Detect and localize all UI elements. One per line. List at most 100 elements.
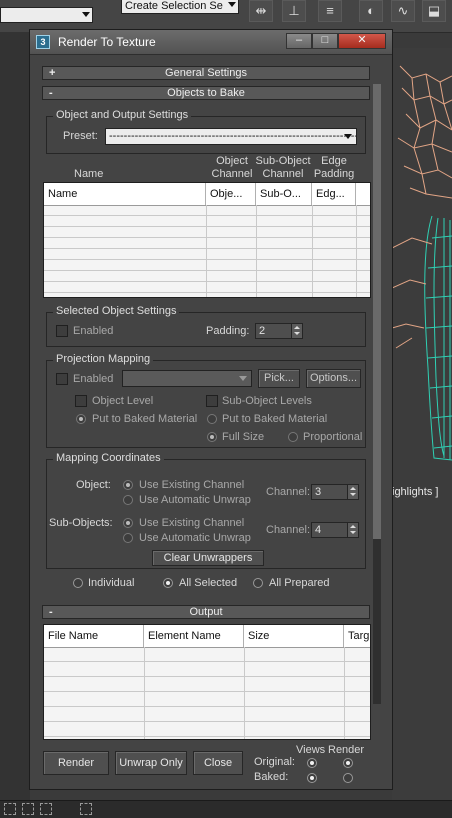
sub-use-existing-radio[interactable]: [123, 518, 133, 528]
column-object-channel[interactable]: Obje...: [206, 183, 256, 205]
align-icon[interactable]: ⊥: [282, 0, 306, 22]
object-use-existing-radio[interactable]: [123, 480, 133, 490]
preset-dropdown[interactable]: ----------------------------------------…: [105, 128, 357, 145]
proportional-label: Proportional: [303, 431, 363, 443]
chevron-down-icon: [344, 134, 352, 139]
sub-use-automatic-label: Use Automatic Unwrap: [139, 532, 251, 544]
material-editor-icon[interactable]: ◐: [359, 0, 383, 22]
padding-spinner[interactable]: 2: [255, 323, 303, 339]
mirror-icon[interactable]: ⇹: [249, 0, 273, 22]
column-element-name[interactable]: Element Name: [144, 625, 244, 647]
all-prepared-radio[interactable]: [253, 578, 263, 588]
original-label: Original:: [254, 756, 295, 768]
table-row[interactable]: [44, 216, 370, 227]
spinner-arrows-icon[interactable]: [347, 523, 358, 537]
projector-dropdown[interactable]: [122, 370, 252, 387]
objects-table[interactable]: Name Obje... Sub-O... Edg...: [43, 182, 371, 298]
table-row[interactable]: [44, 271, 370, 282]
unwrap-only-button[interactable]: Unwrap Only: [115, 751, 187, 775]
minimize-button[interactable]: –: [286, 33, 312, 49]
padding-label: Padding:: [206, 325, 250, 337]
rollout-output[interactable]: - Output: [42, 605, 370, 619]
selection-set-combo[interactable]: Create Selection Se: [121, 0, 239, 14]
table-row[interactable]: [44, 249, 370, 260]
table-row[interactable]: [44, 647, 370, 662]
close-button[interactable]: Close: [193, 751, 243, 775]
object-channel-header-line2: Channel: [211, 168, 253, 180]
table-row[interactable]: [44, 662, 370, 677]
chevron-down-icon: [228, 2, 236, 7]
viewport-shading-menu[interactable]: ighlights ]: [392, 486, 452, 502]
group-title: Mapping Coordinates: [53, 452, 164, 464]
table-row[interactable]: [44, 707, 370, 722]
layer-manager-icon[interactable]: ≡: [318, 0, 342, 22]
table-row[interactable]: [44, 722, 370, 737]
sub-channel-spinner[interactable]: 4: [311, 522, 359, 538]
all-selected-label: All Selected: [179, 577, 238, 589]
toolbar-left-combo[interactable]: [0, 7, 93, 23]
render-setup-icon[interactable]: ⬓: [422, 0, 446, 22]
object-use-automatic-radio[interactable]: [123, 495, 133, 505]
proportional-radio[interactable]: [288, 432, 298, 442]
collapse-icon: -: [49, 87, 53, 99]
sub-put-to-baked-material-radio[interactable]: [207, 414, 217, 424]
original-views-radio[interactable]: [307, 758, 317, 768]
sub-object-channel-header-line2: Channel: [262, 168, 304, 180]
object-level-checkbox[interactable]: [75, 395, 87, 407]
selected-object-settings-group: Selected Object Settings Enabled Padding…: [46, 305, 366, 347]
put-to-baked-material-radio[interactable]: [76, 414, 86, 424]
projection-enabled-checkbox[interactable]: [56, 373, 68, 385]
snap-toggle-icon[interactable]: [80, 803, 92, 815]
wireframe-mesh: [391, 65, 452, 461]
output-table-header: File Name Element Name Size Targ: [44, 625, 370, 648]
close-window-button[interactable]: ✕: [338, 33, 386, 49]
spinner-arrows-icon[interactable]: [291, 324, 302, 338]
column-file-name[interactable]: File Name: [44, 625, 144, 647]
object-channel-spinner[interactable]: 3: [311, 484, 359, 500]
padding-value: 2: [259, 325, 266, 337]
column-target[interactable]: Targ: [344, 625, 370, 647]
table-row[interactable]: [44, 260, 370, 271]
render-button[interactable]: Render: [43, 751, 109, 775]
object-use-existing-label: Use Existing Channel: [139, 479, 245, 491]
column-sub-object-channel[interactable]: Sub-O...: [256, 183, 312, 205]
column-edge-padding[interactable]: Edg...: [312, 183, 356, 205]
full-size-radio[interactable]: [207, 432, 217, 442]
scrollbar-thumb[interactable]: [373, 84, 381, 539]
window-crossing-icon[interactable]: [22, 803, 34, 815]
selected-enabled-checkbox[interactable]: [56, 325, 68, 337]
table-row[interactable]: [44, 238, 370, 249]
maximize-button[interactable]: □: [312, 33, 338, 49]
clear-unwrappers-button[interactable]: Clear Unwrappers: [152, 550, 264, 566]
original-render-radio[interactable]: [343, 758, 353, 768]
table-row[interactable]: [44, 227, 370, 238]
lasso-icon[interactable]: [40, 803, 52, 815]
spinner-arrows-icon[interactable]: [347, 485, 358, 499]
table-row[interactable]: [44, 677, 370, 692]
rollout-objects-to-bake[interactable]: - Objects to Bake: [42, 86, 370, 100]
curve-editor-icon[interactable]: ∿: [391, 0, 415, 22]
column-name[interactable]: Name: [44, 183, 206, 205]
status-bar: [0, 800, 452, 818]
table-row[interactable]: [44, 282, 370, 293]
rollout-general-settings[interactable]: + General Settings: [42, 66, 370, 80]
object-coords-label: Object:: [76, 479, 111, 491]
selection-region-icon[interactable]: [4, 803, 16, 815]
options-button[interactable]: Options...: [306, 369, 361, 388]
baked-views-radio[interactable]: [307, 773, 317, 783]
perspective-viewport[interactable]: [391, 48, 452, 808]
sub-use-automatic-radio[interactable]: [123, 533, 133, 543]
table-row[interactable]: [44, 205, 370, 216]
pick-button[interactable]: Pick...: [258, 369, 300, 388]
dialog-titlebar[interactable]: 3 Render To Texture – □ ✕: [30, 30, 392, 55]
all-selected-radio[interactable]: [163, 578, 173, 588]
sub-object-levels-checkbox[interactable]: [206, 395, 218, 407]
group-title: Object and Output Settings: [53, 109, 192, 121]
individual-label: Individual: [88, 577, 135, 589]
individual-radio[interactable]: [73, 578, 83, 588]
column-size[interactable]: Size: [244, 625, 344, 647]
table-row[interactable]: [44, 692, 370, 707]
output-table[interactable]: File Name Element Name Size Targ: [43, 624, 371, 740]
sub-use-existing-label: Use Existing Channel: [139, 517, 245, 529]
baked-render-radio[interactable]: [343, 773, 353, 783]
